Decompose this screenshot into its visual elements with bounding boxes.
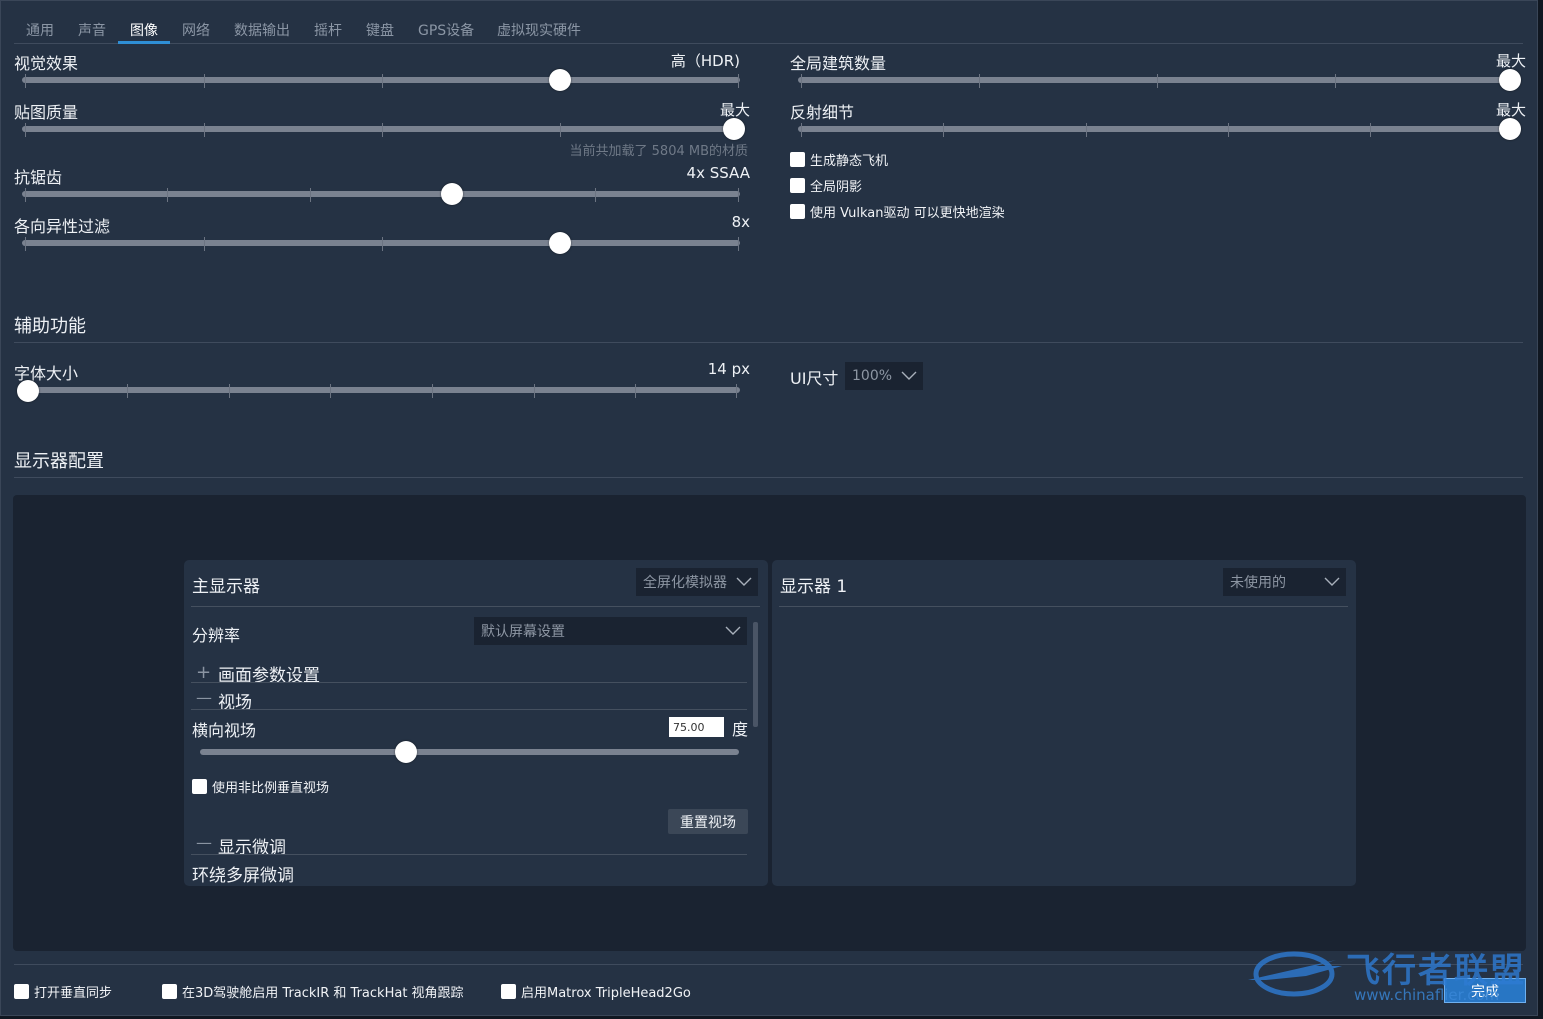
- tab-vr-hardware[interactable]: 虚拟现实硬件: [497, 20, 581, 44]
- checkbox-box[interactable]: [192, 779, 207, 794]
- tab-gps[interactable]: GPS设备: [418, 20, 474, 44]
- hfov-label: 横向视场: [192, 721, 257, 740]
- antialiasing-label: 抗锯齿: [14, 168, 63, 187]
- building-count-knob[interactable]: [1499, 69, 1521, 91]
- divider: [191, 606, 760, 607]
- tab-keyboard[interactable]: 键盘: [366, 20, 394, 44]
- reflection-detail-knob[interactable]: [1499, 118, 1521, 140]
- divider: [14, 342, 1523, 343]
- monitor-layout-area: 主显示器 全屏化模拟器 分辨率 默认屏幕设置 + 画面参数设置 — 视场 横向视…: [13, 495, 1526, 951]
- hfov-knob[interactable]: [395, 741, 417, 763]
- tab-network[interactable]: 网络: [182, 20, 210, 44]
- texture-memory-hint: 当前共加载了 5804 MB的材质: [569, 144, 748, 159]
- texture-quality-value: 最大: [719, 101, 750, 119]
- chevron-down-icon: [901, 371, 917, 380]
- vsync-checkbox[interactable]: 打开垂直同步: [14, 982, 112, 1001]
- hfov-input[interactable]: 75.00: [669, 717, 724, 737]
- tab-sound[interactable]: 声音: [78, 20, 106, 44]
- checkbox-box[interactable]: [14, 984, 29, 999]
- visual-effects-knob[interactable]: [549, 69, 571, 91]
- font-size-knob[interactable]: [17, 380, 39, 402]
- texture-quality-label: 贴图质量: [14, 103, 79, 122]
- anisotropic-knob[interactable]: [549, 232, 571, 254]
- texture-quality-track[interactable]: [22, 126, 740, 132]
- checkbox-box[interactable]: [790, 152, 805, 167]
- collapse-minus-icon[interactable]: —: [196, 833, 212, 852]
- vulkan-checkbox[interactable]: 使用 Vulkan驱动 可以更快地渲染: [790, 202, 1005, 221]
- antialiasing-slider: 抗锯齿 4x SSAA: [14, 164, 750, 208]
- visual-effects-label: 视觉效果: [14, 54, 79, 73]
- airplane-logo-icon: [1248, 951, 1342, 997]
- font-size-slider: 字体大小 14 px: [14, 360, 750, 404]
- resolution-label: 分辨率: [192, 626, 241, 645]
- chevron-down-icon: [736, 577, 752, 586]
- reflection-detail-value: 最大: [1495, 101, 1526, 119]
- tab-bar: 通用 声音 图像 网络 数据输出 摇杆 键盘 GPS设备 虚拟现实硬件: [14, 15, 1523, 44]
- hfov-track[interactable]: [200, 749, 739, 755]
- anisotropic-value: 8x: [731, 213, 750, 231]
- watermark-logo: 飞行者联盟 www.chinaflier.com: [1246, 936, 1536, 1011]
- main-monitor-mode-dropdown[interactable]: 全屏化模拟器: [636, 568, 758, 596]
- accessibility-title: 辅助功能: [14, 316, 86, 337]
- ui-size-label: UI尺寸: [790, 369, 839, 388]
- chevron-down-icon: [1324, 577, 1340, 586]
- texture-quality-knob[interactable]: [723, 118, 745, 140]
- ui-size-dropdown[interactable]: 100%: [845, 362, 923, 390]
- divider: [191, 682, 747, 683]
- tab-data-output[interactable]: 数据输出: [234, 20, 290, 44]
- building-count-label: 全局建筑数量: [790, 54, 887, 73]
- building-count-track[interactable]: [798, 77, 1520, 83]
- reflection-detail-slider: 反射细节 最大: [790, 99, 1526, 143]
- panel-scrollbar[interactable]: [753, 622, 758, 727]
- anisotropic-track[interactable]: [22, 240, 740, 246]
- static-aircraft-checkbox[interactable]: 生成静态飞机: [790, 150, 888, 169]
- texture-quality-slider: 贴图质量 最大: [14, 99, 750, 143]
- watermark-url: www.chinaflier.com: [1354, 986, 1500, 1004]
- building-count-value: 最大: [1495, 52, 1526, 70]
- checkbox-box[interactable]: [790, 204, 805, 219]
- trackir-checkbox[interactable]: 在3D驾驶舱启用 TrackIR 和 TrackHat 视角跟踪: [162, 982, 464, 1001]
- nonproportional-vfov-checkbox[interactable]: 使用非比例垂直视场: [192, 777, 329, 796]
- divider: [191, 854, 747, 855]
- tab-general[interactable]: 通用: [26, 20, 54, 44]
- checkbox-box[interactable]: [501, 984, 516, 999]
- monitor-config-title: 显示器配置: [14, 451, 104, 472]
- resolution-dropdown[interactable]: 默认屏幕设置: [474, 617, 747, 645]
- antialiasing-knob[interactable]: [441, 183, 463, 205]
- main-monitor-panel: 主显示器 全屏化模拟器 分辨率 默认屏幕设置 + 画面参数设置 — 视场 横向视…: [184, 560, 768, 886]
- visual-effects-value: 高（HDR): [670, 52, 740, 70]
- visual-effects-slider: 视觉效果 高（HDR): [14, 50, 750, 94]
- surround-fine-tune-label[interactable]: 环绕多屏微调: [192, 861, 294, 886]
- reflection-detail-label: 反射细节: [790, 103, 855, 122]
- settings-window: 通用 声音 图像 网络 数据输出 摇杆 键盘 GPS设备 虚拟现实硬件 视觉效果…: [0, 0, 1538, 1016]
- font-size-track[interactable]: [22, 387, 740, 393]
- checkbox-box[interactable]: [162, 984, 177, 999]
- checkbox-box[interactable]: [790, 178, 805, 193]
- triplehead-checkbox[interactable]: 启用Matrox TripleHead2Go: [501, 982, 691, 1001]
- anisotropic-label: 各向异性过滤: [14, 217, 111, 236]
- divider: [191, 709, 747, 710]
- monitor-1-title: 显示器 1: [780, 577, 848, 597]
- antialiasing-value: 4x SSAA: [686, 164, 750, 182]
- hfov-unit: 度: [732, 720, 749, 739]
- tab-graphics[interactable]: 图像: [118, 20, 170, 44]
- anisotropic-slider: 各向异性过滤 8x: [14, 213, 750, 257]
- expand-plus-icon[interactable]: +: [196, 662, 211, 683]
- visual-effects-track[interactable]: [22, 77, 740, 83]
- chevron-down-icon: [725, 626, 741, 635]
- tab-joystick[interactable]: 摇杆: [314, 20, 342, 44]
- watermark-text: 飞行者联盟: [1346, 951, 1526, 991]
- building-count-slider: 全局建筑数量 最大: [790, 50, 1526, 94]
- reset-fov-button[interactable]: 重置视场: [668, 809, 748, 834]
- reflection-detail-track[interactable]: [798, 126, 1520, 132]
- monitor-1-panel: 显示器 1 未使用的: [772, 560, 1356, 886]
- main-monitor-title: 主显示器: [192, 577, 260, 597]
- antialiasing-track[interactable]: [22, 191, 740, 197]
- font-size-value: 14 px: [707, 360, 750, 378]
- divider: [779, 606, 1348, 607]
- divider: [14, 477, 1523, 478]
- collapse-minus-icon[interactable]: —: [196, 688, 212, 707]
- global-shadows-checkbox[interactable]: 全局阴影: [790, 176, 862, 195]
- monitor-1-mode-dropdown[interactable]: 未使用的: [1223, 568, 1346, 596]
